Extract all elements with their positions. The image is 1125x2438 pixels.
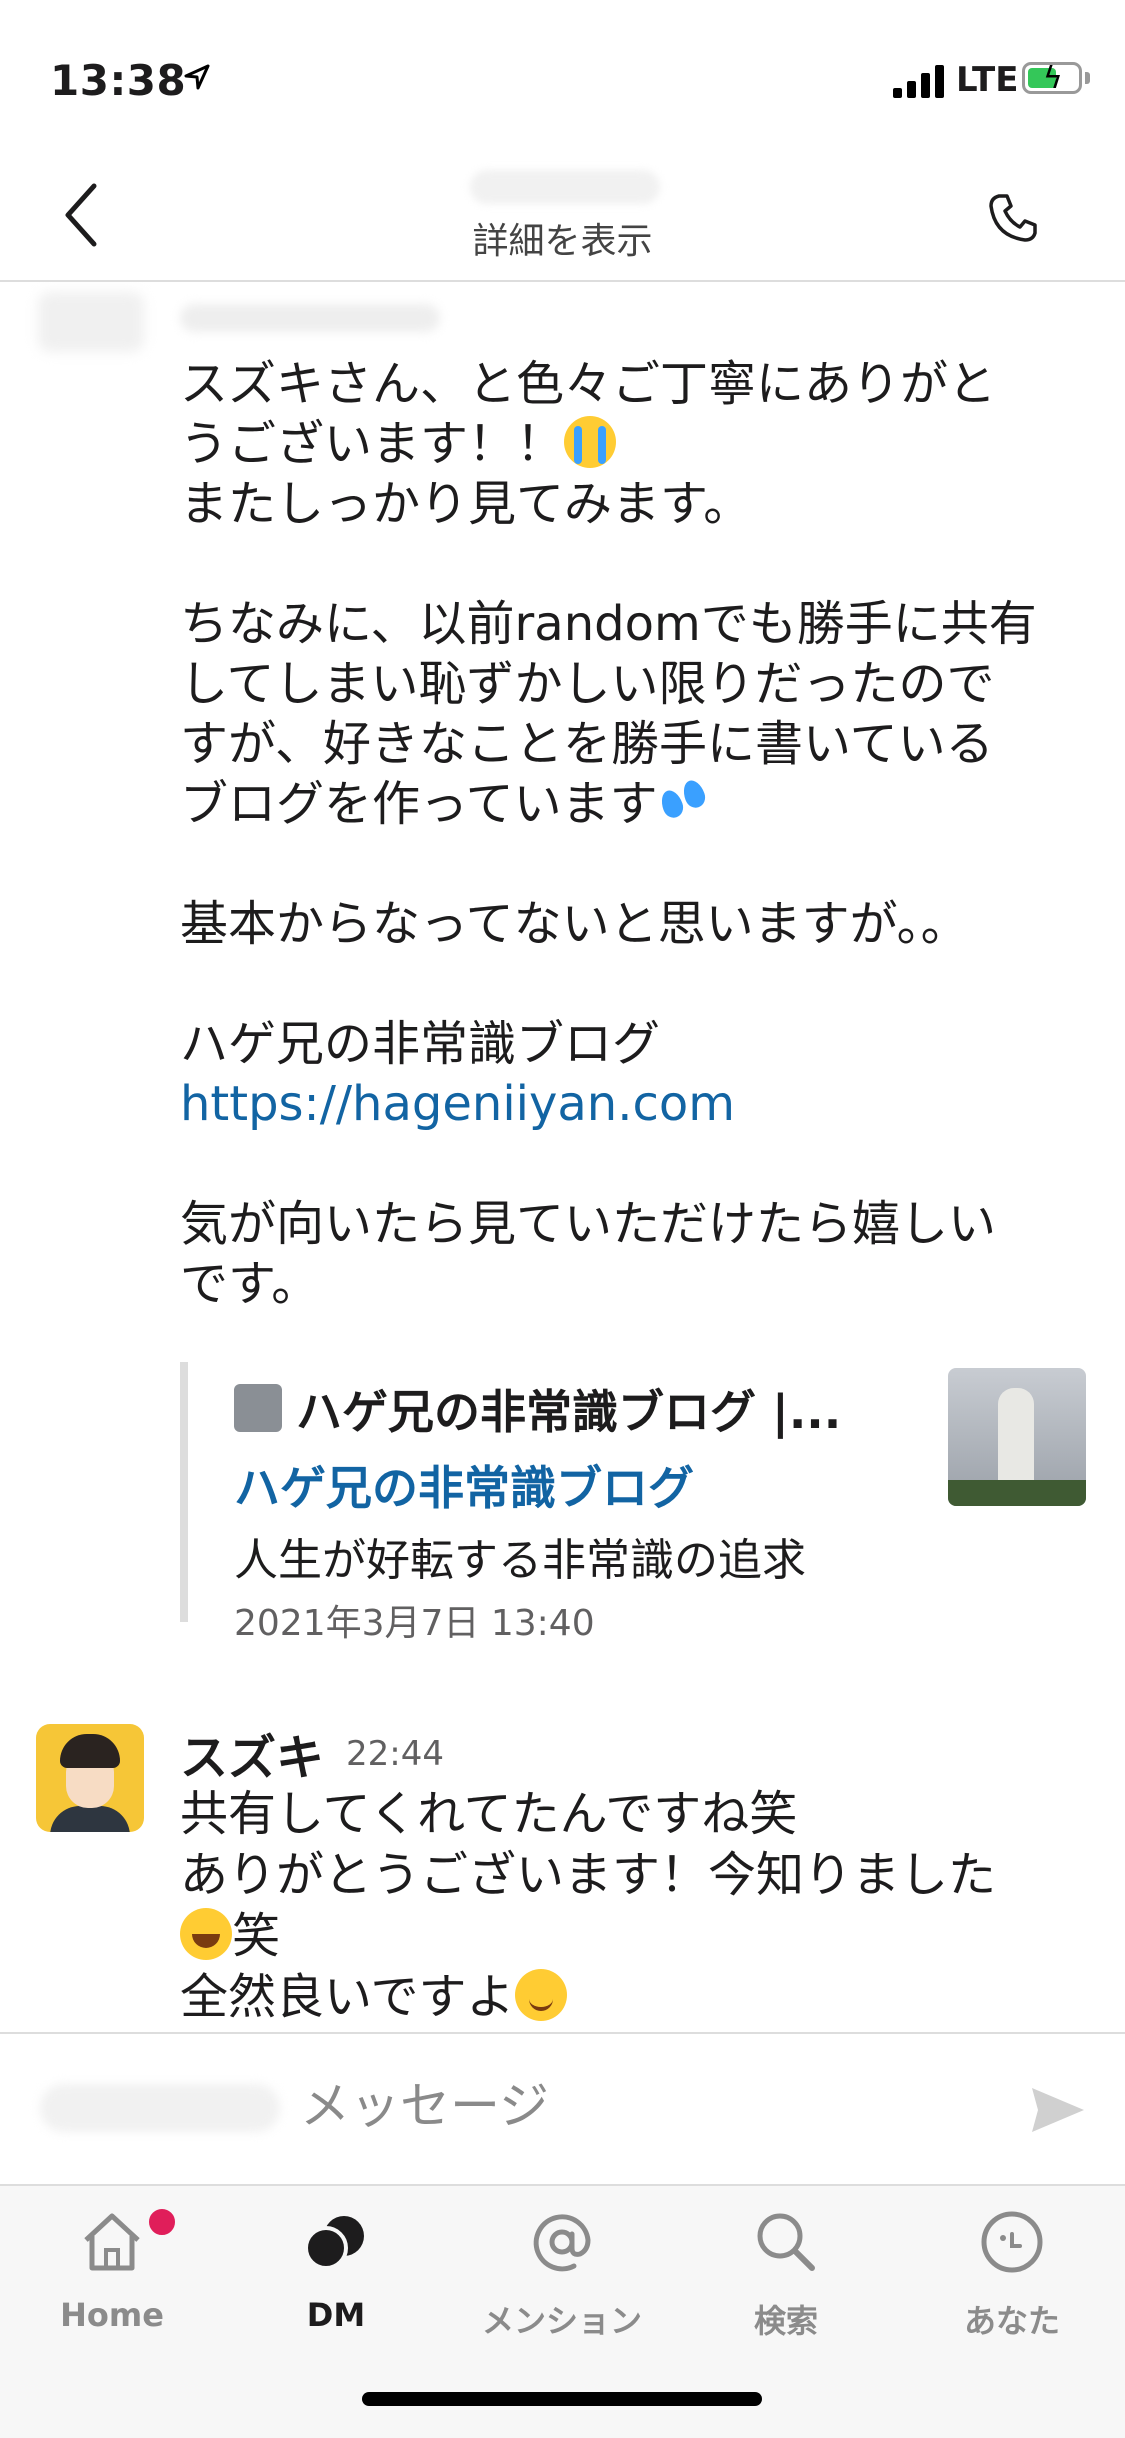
grinning-squinting-face-icon [180, 1908, 232, 1960]
dm-icon [304, 2216, 364, 2270]
sweat-droplets-icon [657, 776, 710, 828]
send-icon[interactable] [1028, 2084, 1088, 2136]
tab-home-label: Home [60, 2296, 164, 2334]
site-favicon-icon [234, 1384, 282, 1432]
tab-mentions[interactable]: メンション [462, 2206, 662, 2356]
tab-you-label: あなた [963, 2302, 1060, 2340]
message-list[interactable]: スズキさん、と色々ご丁寧にありがと うございます！！ またしっかり見てみます。 … [0, 282, 1125, 2032]
status-time: 13:38 [50, 56, 187, 105]
battery-icon: ϟ [1022, 62, 1082, 95]
home-indicator [362, 2392, 762, 2406]
smiling-face-icon [514, 1969, 567, 2021]
sender-name-redacted [180, 304, 440, 332]
link-preview-date: 2021年3月7日 13:40 [234, 1603, 595, 1644]
network-type: LTE [956, 60, 1019, 100]
loudly-crying-face-icon [564, 416, 617, 468]
tab-search-label: 検索 [753, 2302, 818, 2340]
tab-dm[interactable]: DM [236, 2206, 436, 2356]
sender-name[interactable]: スズキ [180, 1718, 324, 1788]
status-bar: 13:38 LTE ϟ [0, 0, 1125, 150]
signal-icon [893, 64, 947, 98]
message-composer [0, 2032, 1125, 2186]
phone-call-icon[interactable] [985, 190, 1041, 246]
avatar-redacted [38, 292, 144, 352]
conversation-header: 詳細を表示 [0, 150, 1125, 282]
tab-home[interactable]: Home [12, 2206, 212, 2356]
tab-dm-label: DM [306, 2296, 366, 2334]
home-icon [84, 2213, 140, 2271]
message-timestamp: 22:44 [346, 1734, 444, 1774]
link-preview-thumbnail[interactable] [948, 1368, 1086, 1506]
link-preview-title[interactable]: ハゲ兄の非常識ブログ [234, 1452, 694, 1518]
you-icon [981, 2211, 1043, 2273]
location-arrow-icon [184, 64, 210, 90]
link-preview[interactable]: ハゲ兄の非常識ブログ |... ハゲ兄の非常識ブログ 人生が好転する非常識の追求… [180, 1362, 1098, 1644]
link-preview-site: ハゲ兄の非常識ブログ |... [296, 1385, 842, 1439]
at-icon [533, 2214, 591, 2272]
conversation-title-redacted[interactable] [470, 170, 660, 204]
home-notification-badge [146, 2206, 178, 2238]
battery-cap [1085, 72, 1090, 84]
blog-url-link[interactable]: https://hageniiyan.com [180, 1076, 735, 1132]
message-body: スズキさん、と色々ご丁寧にありがと うございます！！ またしっかり見てみます。 … [180, 356, 1037, 1312]
message-body: 共有してくれてたんですね笑 ありがとうございます！今知りました 笑 全然良いです… [180, 1786, 997, 2025]
message-input[interactable] [180, 2076, 980, 2136]
tab-search[interactable]: 検索 [686, 2206, 886, 2356]
avatar[interactable] [36, 1724, 144, 1832]
tab-you[interactable]: あなた [912, 2206, 1112, 2356]
link-preview-description: 人生が好転する非常識の追求 [234, 1535, 806, 1586]
view-details-link[interactable]: 詳細を表示 [0, 212, 1125, 264]
tab-mentions-label: メンション [481, 2302, 642, 2340]
search-icon [757, 2213, 815, 2271]
